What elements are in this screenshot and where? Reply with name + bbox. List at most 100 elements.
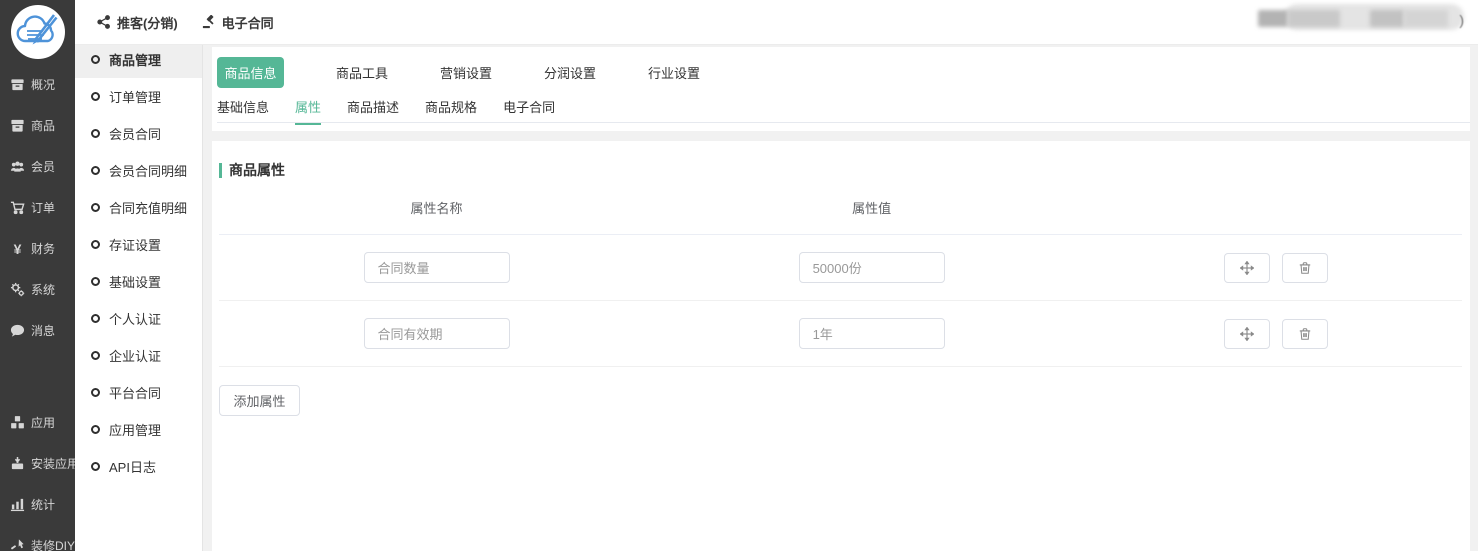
submenu-item-label: API日志 bbox=[109, 457, 156, 476]
move-attr-button[interactable] bbox=[1224, 253, 1270, 283]
sidebar-item-label: 消息 bbox=[31, 322, 55, 339]
stats-icon bbox=[10, 497, 25, 512]
yen-icon: ¥ bbox=[10, 241, 25, 257]
delete-attr-button[interactable] bbox=[1282, 319, 1328, 349]
submenu-item-label: 基础设置 bbox=[109, 272, 161, 291]
gavel-icon bbox=[202, 15, 216, 29]
attr-value-input[interactable] bbox=[799, 252, 945, 283]
sidebar-item-label: 订单 bbox=[31, 199, 55, 216]
submenu-item-member-contract[interactable]: 会员合同 bbox=[75, 115, 202, 152]
secondary-tabs: 基础信息 属性 商品描述 商品规格 电子合同 bbox=[212, 97, 1470, 125]
circle-icon bbox=[91, 314, 100, 323]
trash-icon bbox=[1298, 261, 1312, 275]
tab-basic-info[interactable]: 基础信息 bbox=[217, 97, 269, 125]
submenu-item-label: 订单管理 bbox=[109, 87, 161, 106]
submenu-item-contract-recharge-detail[interactable]: 合同充值明细 bbox=[75, 189, 202, 226]
overview-icon bbox=[10, 77, 25, 92]
circle-icon bbox=[91, 203, 100, 212]
submenu-item-label: 平台合同 bbox=[109, 383, 161, 402]
tab-profit-settings[interactable]: 分润设置 bbox=[544, 63, 596, 82]
section-accent-bar bbox=[219, 163, 222, 178]
sidebar-item-statistics[interactable]: 统计 bbox=[0, 484, 75, 525]
sidebar-item-system[interactable]: 系统 bbox=[0, 269, 75, 310]
tab-e-contract[interactable]: 电子合同 bbox=[503, 97, 555, 125]
column-header-attr-value: 属性值 bbox=[654, 198, 1089, 217]
message-icon bbox=[10, 323, 25, 338]
app-logo[interactable] bbox=[0, 0, 75, 64]
submenu-item-label: 个人认证 bbox=[109, 309, 161, 328]
main-sidebar: 概况 商品 会员 订单 ¥ 财务 系统 消息 应用 安装应用 统计 装修DIY bbox=[0, 0, 75, 551]
redacted-block bbox=[1370, 10, 1404, 27]
tab-goods-description[interactable]: 商品描述 bbox=[347, 97, 399, 125]
move-icon bbox=[1240, 327, 1254, 341]
topbar-item-econtract[interactable]: 电子合同 bbox=[202, 13, 274, 32]
circle-icon bbox=[91, 351, 100, 360]
tab-industry-settings[interactable]: 行业设置 bbox=[648, 63, 700, 82]
submenu-item-label: 企业认证 bbox=[109, 346, 161, 365]
submenu-item-evidence-settings[interactable]: 存证设置 bbox=[75, 226, 202, 263]
submenu-item-label: 合同充值明细 bbox=[109, 198, 187, 217]
circle-icon bbox=[91, 55, 100, 64]
move-icon bbox=[1240, 261, 1254, 275]
table-header-row: 属性名称 属性值 bbox=[219, 180, 1462, 235]
sidebar-item-label: 统计 bbox=[31, 496, 55, 513]
move-attr-button[interactable] bbox=[1224, 319, 1270, 349]
submenu-item-basic-settings[interactable]: 基础设置 bbox=[75, 263, 202, 300]
section-title: 商品属性 bbox=[229, 160, 285, 180]
tab-goods-info[interactable]: 商品信息 bbox=[217, 57, 284, 88]
submenu-item-order-manage[interactable]: 订单管理 bbox=[75, 78, 202, 115]
submenu-item-personal-auth[interactable]: 个人认证 bbox=[75, 300, 202, 337]
circle-icon bbox=[91, 425, 100, 434]
topbar-item-label: 推客(分销) bbox=[117, 13, 178, 32]
topbar-item-label: 电子合同 bbox=[222, 13, 274, 32]
tab-goods-spec[interactable]: 商品规格 bbox=[425, 97, 477, 125]
submenu-item-api-log[interactable]: API日志 bbox=[75, 448, 202, 485]
tab-goods-tools[interactable]: 商品工具 bbox=[336, 63, 388, 82]
submenu-item-goods-manage[interactable]: 商品管理 bbox=[75, 41, 202, 78]
topbar-item-distribution[interactable]: 推客(分销) bbox=[97, 13, 178, 32]
orders-icon bbox=[10, 200, 25, 215]
attr-name-input[interactable] bbox=[364, 318, 510, 349]
section-header: 商品属性 bbox=[219, 160, 1470, 180]
sidebar-item-goods[interactable]: 商品 bbox=[0, 105, 75, 146]
add-attribute-button[interactable]: 添加属性 bbox=[219, 385, 300, 416]
sidebar-item-install-apps[interactable]: 安装应用 bbox=[0, 443, 75, 484]
cloud-pen-logo-icon bbox=[10, 4, 66, 60]
attr-value-input[interactable] bbox=[799, 318, 945, 349]
circle-icon bbox=[91, 240, 100, 249]
sidebar-item-overview[interactable]: 概况 bbox=[0, 64, 75, 105]
sidebar-item-label: 装修DIY bbox=[31, 537, 75, 551]
delete-attr-button[interactable] bbox=[1282, 253, 1328, 283]
user-info-redacted[interactable]: ) bbox=[1252, 4, 1464, 32]
sidebar-item-label: 会员 bbox=[31, 158, 55, 175]
submenu-item-label: 会员合同 bbox=[109, 124, 161, 143]
sidebar-item-label: 应用 bbox=[31, 414, 55, 431]
attributes-card: 商品属性 属性名称 属性值 bbox=[212, 141, 1470, 551]
tab-attributes[interactable]: 属性 bbox=[295, 97, 321, 125]
redacted-block bbox=[1288, 10, 1340, 27]
submenu-item-label: 存证设置 bbox=[109, 235, 161, 254]
attr-name-input[interactable] bbox=[364, 252, 510, 283]
sidebar-item-orders[interactable]: 订单 bbox=[0, 187, 75, 228]
circle-icon bbox=[91, 462, 100, 471]
sidebar-item-finance[interactable]: ¥ 财务 bbox=[0, 228, 75, 269]
apps-icon bbox=[10, 415, 25, 430]
circle-icon bbox=[91, 277, 100, 286]
submenu-item-enterprise-auth[interactable]: 企业认证 bbox=[75, 337, 202, 374]
goods-icon bbox=[10, 118, 25, 133]
sidebar-item-decorate-diy[interactable]: 装修DIY bbox=[0, 525, 75, 551]
submenu-item-label: 会员合同明细 bbox=[109, 161, 187, 180]
submenu-item-member-contract-detail[interactable]: 会员合同明细 bbox=[75, 152, 202, 189]
primary-tabs: 商品信息 商品工具 营销设置 分润设置 行业设置 bbox=[212, 47, 1470, 88]
sidebar-item-members[interactable]: 会员 bbox=[0, 146, 75, 187]
redacted-suffix: ) bbox=[1459, 12, 1464, 28]
submenu-item-platform-contract[interactable]: 平台合同 bbox=[75, 374, 202, 411]
sidebar-item-apps[interactable]: 应用 bbox=[0, 402, 75, 443]
sidebar-item-label: 概况 bbox=[31, 76, 55, 93]
tabs-divider bbox=[217, 122, 1470, 123]
trash-icon bbox=[1298, 327, 1312, 341]
tab-marketing-settings[interactable]: 营销设置 bbox=[440, 63, 492, 82]
circle-icon bbox=[91, 388, 100, 397]
submenu-item-app-manage[interactable]: 应用管理 bbox=[75, 411, 202, 448]
sidebar-item-messages[interactable]: 消息 bbox=[0, 310, 75, 351]
